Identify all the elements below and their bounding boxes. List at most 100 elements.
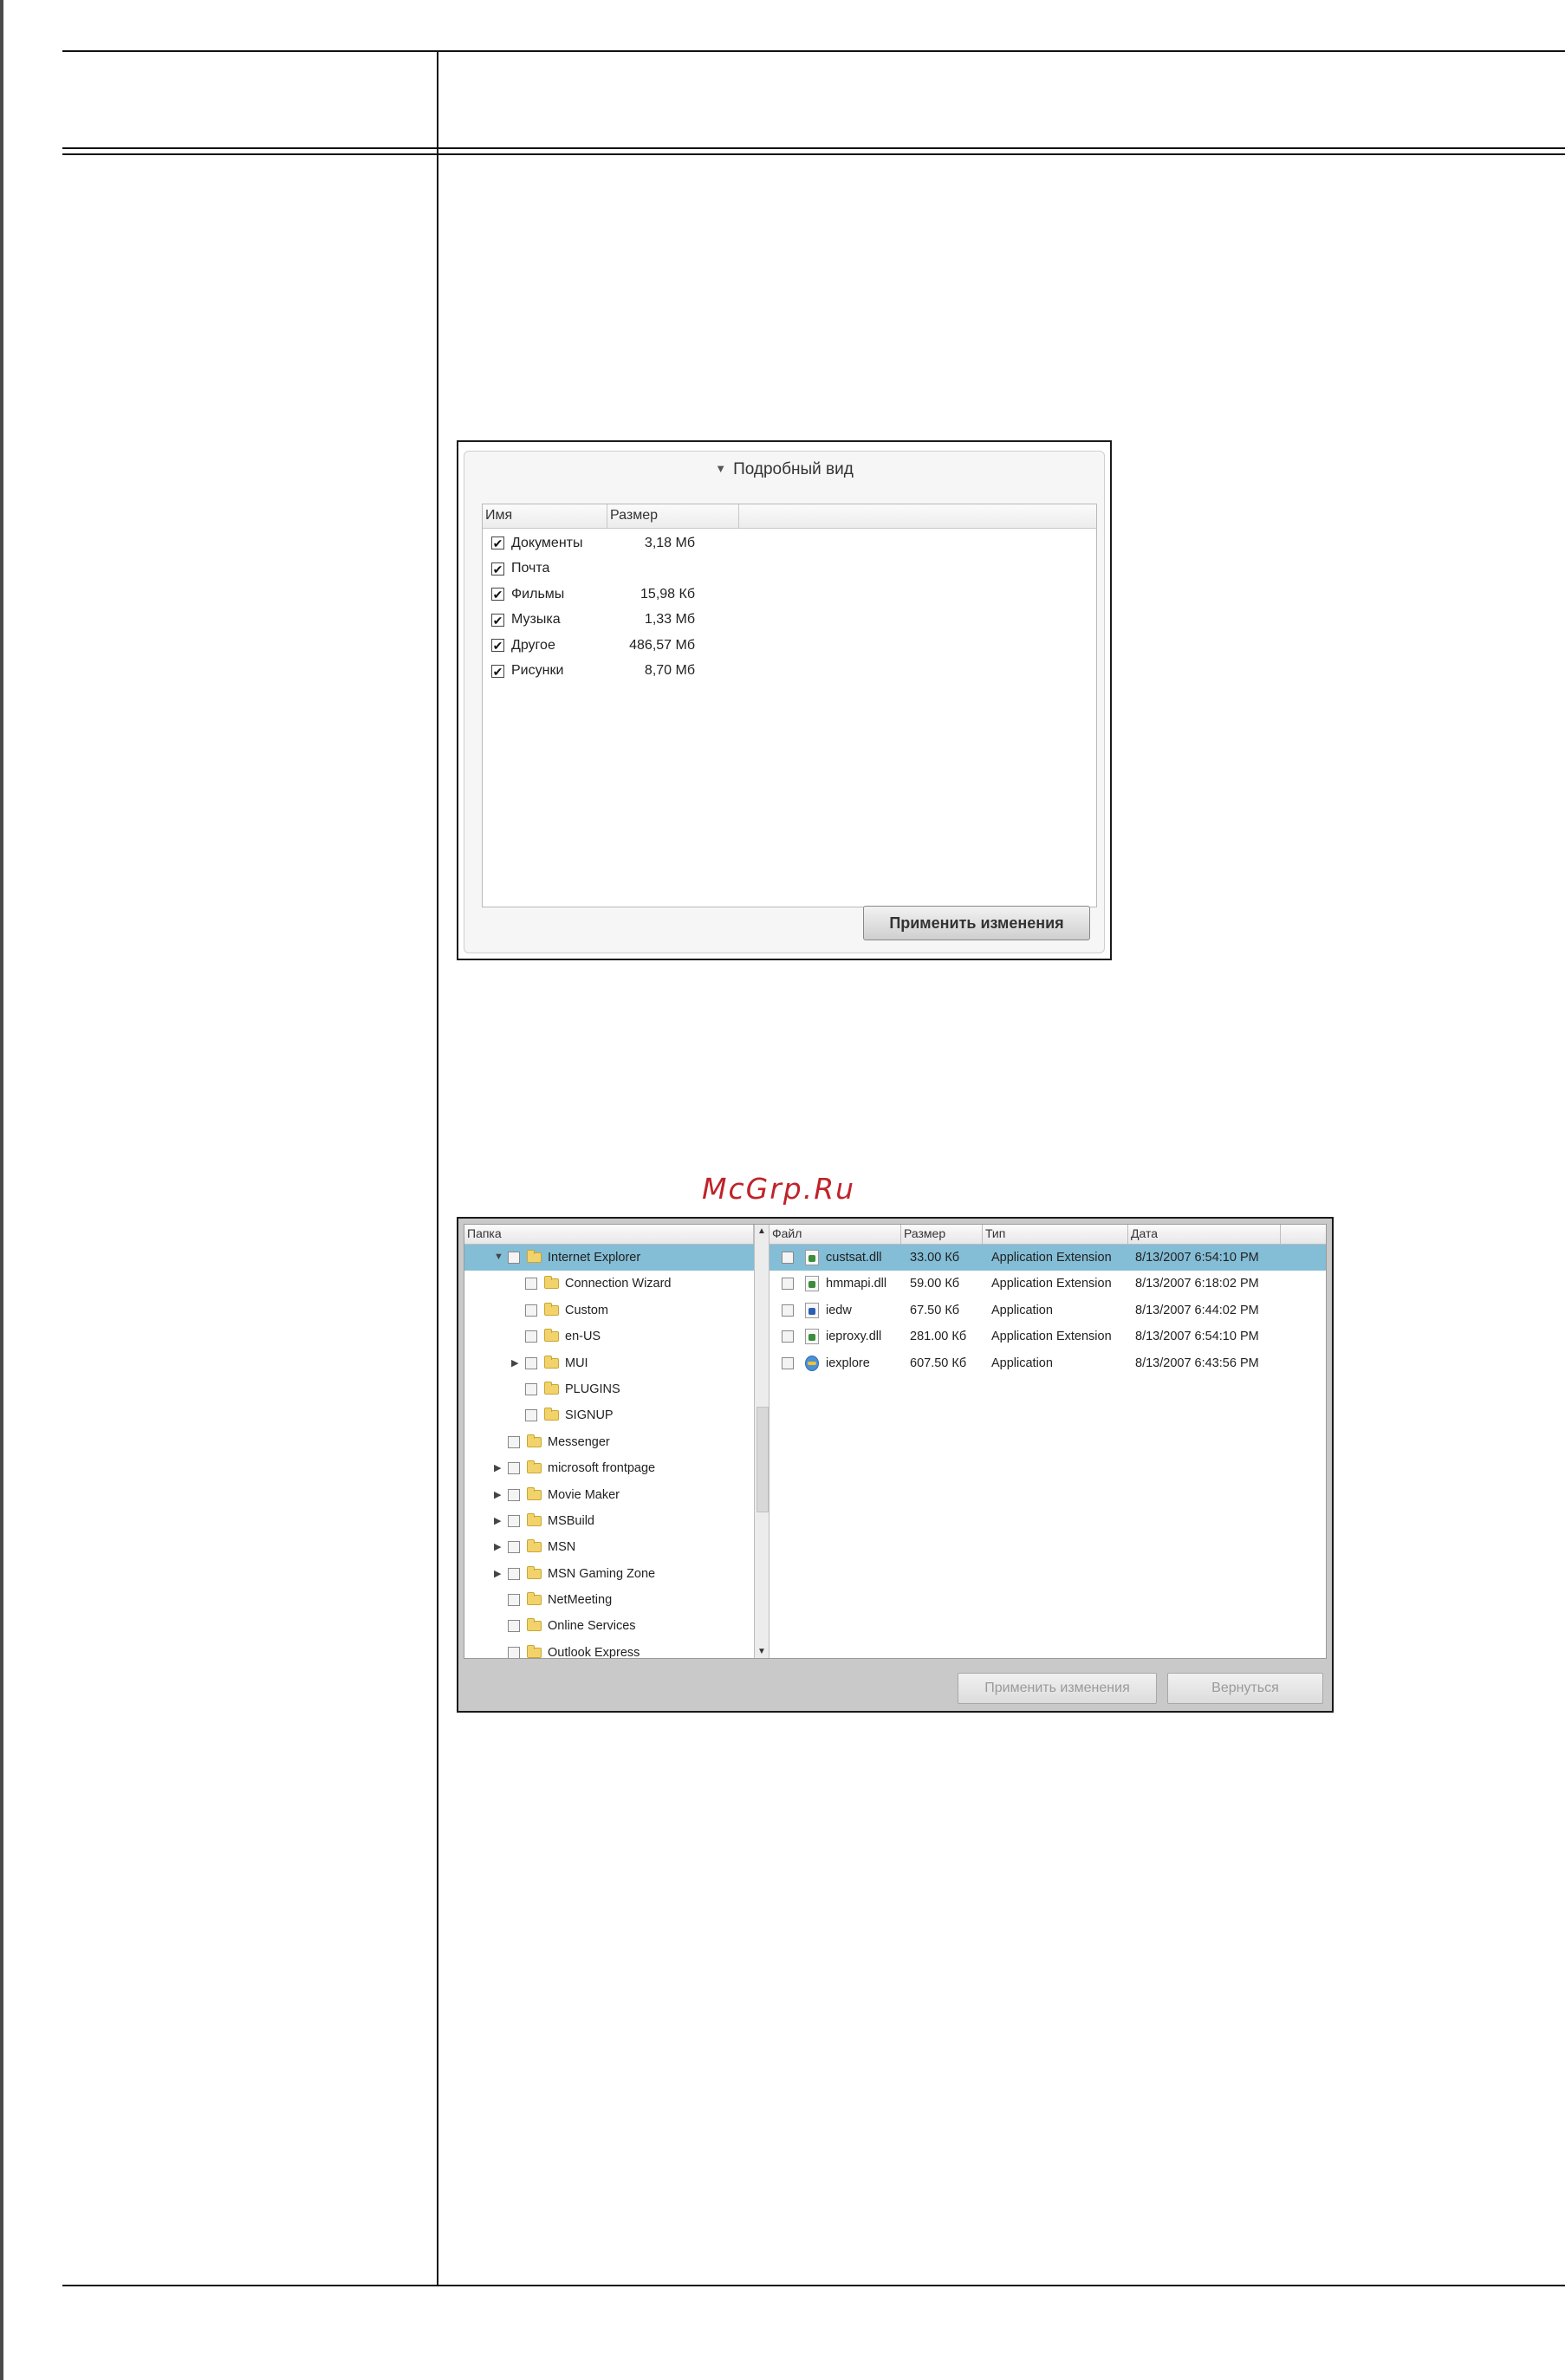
tree-item[interactable]: NetMeeting	[464, 1587, 754, 1613]
checkbox[interactable]: ✔	[491, 536, 504, 550]
tree-item[interactable]: Outlook Express	[464, 1640, 754, 1658]
column-header-size[interactable]: Размер	[607, 504, 739, 528]
column-header-type[interactable]: Тип	[983, 1225, 1128, 1244]
column-header-date[interactable]: Дата	[1128, 1225, 1281, 1244]
apply-changes-button[interactable]: Применить изменения	[958, 1673, 1157, 1704]
checkbox[interactable]: ✔	[491, 562, 504, 575]
file-row[interactable]: iexplore 607.50 Кб Application 8/13/2007 6:…	[770, 1350, 1326, 1376]
tree-item[interactable]: ▶ MSN Gaming Zone	[464, 1561, 754, 1587]
folder-tree-header: Папка	[464, 1225, 754, 1245]
column-header-name[interactable]: Имя	[483, 504, 607, 528]
file-size: 607.50 Кб	[910, 1356, 967, 1370]
table-header-rule	[62, 147, 1565, 149]
scrollbar-thumb[interactable]	[757, 1407, 769, 1512]
ie-icon	[805, 1355, 819, 1371]
scroll-down-icon[interactable]: ▼	[757, 1647, 766, 1656]
checkbox[interactable]	[782, 1330, 794, 1343]
checkbox[interactable]	[508, 1541, 520, 1554]
tree-item[interactable]: Online Services	[464, 1613, 754, 1639]
folder-tree-scrollbar[interactable]: ▲ ▼	[754, 1225, 770, 1658]
checkbox[interactable]: ✔	[491, 664, 504, 678]
tree-item[interactable]: Custom	[464, 1297, 754, 1323]
tree-item-label: MSBuild	[548, 1513, 594, 1528]
tree-item[interactable]: ▶ MUI	[464, 1350, 754, 1376]
list-item[interactable]: ✔ Документы 3,18 Мб	[483, 530, 1096, 556]
column-header-size[interactable]: Размер	[901, 1225, 983, 1244]
checkbox[interactable]	[508, 1594, 520, 1607]
checkbox[interactable]	[782, 1356, 794, 1369]
tree-item[interactable]: ▶ Movie Maker	[464, 1482, 754, 1508]
checkbox[interactable]	[525, 1330, 537, 1343]
checkbox[interactable]	[525, 1278, 537, 1291]
item-size: 486,57 Мб	[629, 637, 695, 653]
file-row[interactable]: ieproxy.dll 281.00 Кб Application Extensio…	[770, 1323, 1326, 1349]
watermark-text: McGrp.Ru	[702, 1172, 856, 1206]
checkbox[interactable]	[508, 1252, 520, 1264]
tree-item[interactable]: ▶ MSBuild	[464, 1508, 754, 1534]
tree-item[interactable]: en-US	[464, 1323, 754, 1349]
scroll-up-icon[interactable]: ▲	[757, 1226, 766, 1236]
file-date: 8/13/2007 6:54:10 PM	[1135, 1330, 1259, 1344]
folder-icon	[527, 1618, 542, 1632]
file-row[interactable]: iedw 67.50 Кб Application 8/13/2007 6:44:02…	[770, 1297, 1326, 1323]
list-item[interactable]: ✔ Фильмы 15,98 Кб	[483, 582, 1096, 608]
file-date: 8/13/2007 6:18:02 PM	[1135, 1277, 1259, 1291]
expand-right-icon[interactable]: ▶	[494, 1489, 501, 1500]
checkbox[interactable]: ✔	[491, 588, 504, 602]
item-size: 3,18 Мб	[644, 535, 695, 550]
tree-item-label: Custom	[565, 1303, 608, 1317]
tree-item[interactable]: ▶ MSN	[464, 1534, 754, 1560]
tree-item-label: Messenger	[548, 1434, 610, 1449]
file-row[interactable]: custsat.dll 33.00 Кб Application Extension…	[770, 1245, 1326, 1271]
checkbox[interactable]	[525, 1304, 537, 1317]
expand-right-icon[interactable]: ▶	[494, 1568, 501, 1579]
collapse-triangle-icon: ▼	[715, 462, 727, 475]
checkbox[interactable]	[782, 1252, 794, 1264]
checkbox[interactable]	[508, 1646, 520, 1658]
tree-item[interactable]: ▼ Internet Explorer	[464, 1245, 754, 1271]
tree-item-label: Movie Maker	[548, 1487, 620, 1502]
tree-item[interactable]: Messenger	[464, 1429, 754, 1455]
column-header-folder[interactable]: Папка	[464, 1225, 754, 1244]
list-item[interactable]: ✔ Музыка 1,33 Мб	[483, 608, 1096, 634]
checkbox[interactable]	[508, 1488, 520, 1501]
tree-item[interactable]: ▶ microsoft frontpage	[464, 1455, 754, 1481]
checkbox[interactable]	[525, 1356, 537, 1369]
list-item[interactable]: ✔ Другое 486,57 Мб	[483, 633, 1096, 659]
checkbox[interactable]	[782, 1304, 794, 1317]
back-button[interactable]: Вернуться	[1167, 1673, 1323, 1704]
item-size: 1,33 Мб	[644, 612, 695, 628]
file-size: 67.50 Кб	[910, 1303, 960, 1317]
apply-changes-button[interactable]: Применить изменения	[863, 906, 1090, 940]
item-size: 8,70 Мб	[644, 663, 695, 679]
expand-down-icon[interactable]: ▼	[494, 1252, 503, 1262]
folder-icon	[544, 1329, 559, 1343]
checkbox[interactable]	[782, 1278, 794, 1291]
expand-right-icon[interactable]: ▶	[494, 1515, 501, 1526]
expand-right-icon[interactable]: ▶	[494, 1541, 501, 1552]
tree-item[interactable]: SIGNUP	[464, 1402, 754, 1428]
folder-icon	[527, 1250, 542, 1263]
column-header-file[interactable]: Файл	[770, 1225, 901, 1244]
tree-item[interactable]: PLUGINS	[464, 1376, 754, 1402]
checkbox[interactable]	[508, 1514, 520, 1527]
list-item[interactable]: ✔ Рисунки 8,70 Мб	[483, 659, 1096, 685]
checkbox[interactable]	[508, 1462, 520, 1475]
expand-right-icon[interactable]: ▶	[494, 1462, 501, 1473]
checkbox[interactable]	[525, 1409, 537, 1422]
folder-icon	[544, 1276, 559, 1290]
tree-item-label: PLUGINS	[565, 1382, 620, 1396]
tree-item[interactable]: Connection Wizard	[464, 1271, 754, 1297]
checkbox[interactable]	[525, 1382, 537, 1395]
checkbox[interactable]	[508, 1567, 520, 1580]
folder-icon	[544, 1302, 559, 1316]
file-type: Application Extension	[991, 1251, 1112, 1265]
checkbox[interactable]	[508, 1435, 520, 1448]
list-item[interactable]: ✔ Почта	[483, 556, 1096, 582]
checkbox[interactable]: ✔	[491, 613, 504, 627]
file-row[interactable]: hmmapi.dll 59.00 Кб Application Extension 8…	[770, 1271, 1326, 1297]
checkbox[interactable]	[508, 1620, 520, 1633]
expand-right-icon[interactable]: ▶	[511, 1357, 518, 1369]
detail-view-title[interactable]: ▼ Подробный вид	[464, 460, 1104, 479]
checkbox[interactable]: ✔	[491, 639, 504, 653]
